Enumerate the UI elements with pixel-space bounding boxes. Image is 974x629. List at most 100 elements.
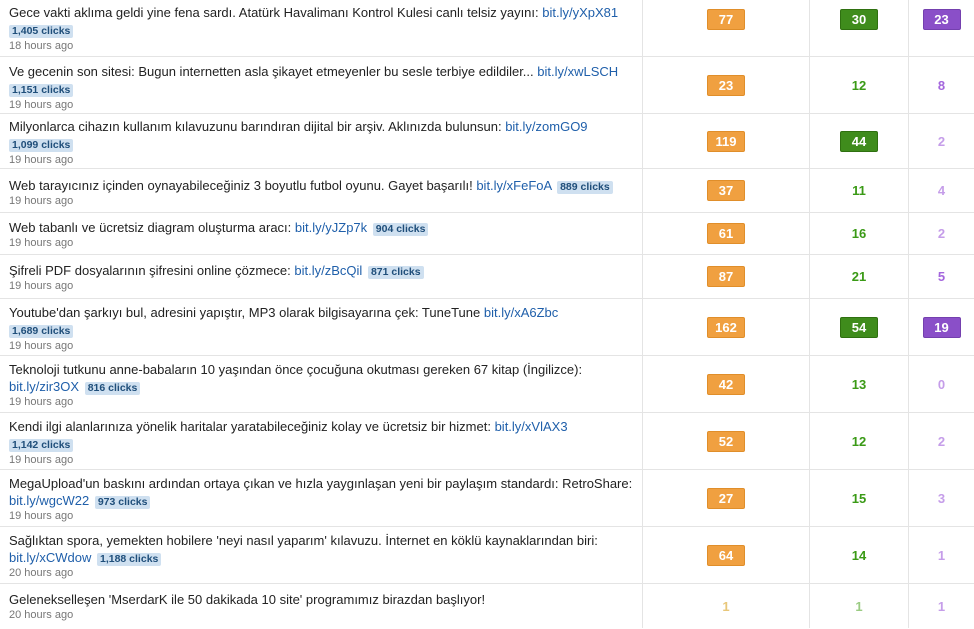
- table-row: Gece vakti aklıma geldi yine fena sardı.…: [0, 0, 974, 57]
- count-cell: 16: [810, 213, 909, 254]
- tweet-text: Youtube'dan şarkıyı bul, adresini yapışt…: [9, 305, 481, 320]
- count-badge: 44: [840, 130, 878, 152]
- timestamp: 19 hours ago: [9, 340, 74, 352]
- clicks-badge: 1,151 clicks: [9, 84, 74, 97]
- tweet-text: Şifreli PDF dosyalarının şifresini onlin…: [9, 263, 291, 278]
- count-badge: 27: [707, 487, 745, 509]
- tweet-cell: Milyonlarca cihazın kullanım kılavuzunu …: [0, 114, 643, 168]
- tweet-text: Sağlıktan spora, yemekten hobilere 'neyi…: [9, 533, 598, 548]
- count-text: 1: [855, 598, 863, 614]
- clicks-badge: 1,689 clicks: [9, 325, 74, 338]
- count-cell: 13: [810, 356, 909, 412]
- count-cell: 162: [643, 299, 810, 355]
- table-row: Teknoloji tutkunu anne-babaların 10 yaşı…: [0, 356, 974, 413]
- count-badge: 64: [707, 544, 745, 566]
- timestamp: 19 hours ago: [9, 280, 74, 292]
- tweet-link[interactable]: bit.ly/yJZp7k: [295, 220, 367, 235]
- clicks-badge: 889 clicks: [557, 181, 613, 194]
- count-text: 13: [851, 376, 867, 392]
- tweet-cell: Sağlıktan spora, yemekten hobilere 'neyi…: [0, 527, 643, 583]
- tweet-link[interactable]: bit.ly/zBcQil: [294, 263, 362, 278]
- table-row: Youtube'dan şarkıyı bul, adresini yapışt…: [0, 299, 974, 356]
- count-text: 1: [722, 598, 730, 614]
- count-text: 8: [937, 77, 946, 93]
- count-cell: 52: [643, 413, 810, 469]
- count-badge: 23: [922, 9, 961, 30]
- count-text: 11: [852, 183, 866, 198]
- tweet-stats-table: Gece vakti aklıma geldi yine fena sardı.…: [0, 0, 974, 628]
- count-cell: 64: [643, 527, 810, 583]
- tweet-link[interactable]: bit.ly/xCWdow: [9, 550, 91, 565]
- count-text: 2: [937, 433, 946, 449]
- count-badge: 87: [707, 266, 745, 287]
- tweet-cell: Web tabanlı ve ücretsiz diagram oluşturm…: [0, 213, 643, 254]
- count-cell: 23: [909, 0, 974, 56]
- tweet-cell: Teknoloji tutkunu anne-babaların 10 yaşı…: [0, 356, 643, 412]
- count-text: 12: [851, 433, 867, 449]
- timestamp: 20 hours ago: [9, 609, 74, 621]
- count-badge: 19: [922, 316, 961, 338]
- clicks-badge: 1,099 clicks: [9, 139, 74, 152]
- count-cell: 11: [810, 169, 909, 212]
- tweet-link[interactable]: bit.ly/wgcW22: [9, 493, 89, 508]
- count-cell: 27: [643, 470, 810, 526]
- tweet-link[interactable]: bit.ly/yXpX81: [542, 5, 618, 20]
- tweet-text: Kendi ilgi alanlarınıza yönelik haritala…: [9, 419, 491, 434]
- tweet-text: Web tabanlı ve ücretsiz diagram oluşturm…: [9, 220, 292, 235]
- count-badge: 52: [707, 430, 745, 452]
- count-cell: 8: [909, 57, 974, 113]
- count-badge: 54: [840, 316, 878, 338]
- table-row: Web tabanlı ve ücretsiz diagram oluşturm…: [0, 213, 974, 255]
- clicks-badge: 973 clicks: [94, 496, 151, 509]
- tweet-link[interactable]: bit.ly/zir3OX: [9, 379, 79, 394]
- tweet-cell: Youtube'dan şarkıyı bul, adresini yapışt…: [0, 299, 643, 355]
- count-cell: 1: [810, 584, 909, 628]
- count-cell: 1: [909, 527, 974, 583]
- count-cell: 12: [810, 57, 909, 113]
- count-cell: 87: [643, 255, 810, 298]
- timestamp: 19 hours ago: [9, 237, 74, 249]
- count-text: 1: [937, 598, 946, 614]
- count-cell: 54: [810, 299, 909, 355]
- count-cell: 61: [643, 213, 810, 254]
- tweet-link[interactable]: bit.ly/xFeFoA: [476, 178, 551, 193]
- count-text: 21: [851, 269, 867, 284]
- timestamp: 19 hours ago: [9, 195, 74, 207]
- tweet-link[interactable]: bit.ly/xwLSCH: [537, 64, 618, 79]
- tweet-text: Milyonlarca cihazın kullanım kılavuzunu …: [9, 119, 502, 134]
- count-cell: 19: [909, 299, 974, 355]
- tweet-cell: Kendi ilgi alanlarınıza yönelik haritala…: [0, 413, 643, 469]
- count-cell: 2: [909, 213, 974, 254]
- count-cell: 3: [909, 470, 974, 526]
- tweet-text: Gelenekselleşen 'MserdarK ile 50 dakikad…: [9, 592, 486, 607]
- tweet-cell: Gece vakti aklıma geldi yine fena sardı.…: [0, 0, 643, 56]
- tweet-text: Web tarayıcınız içinden oynayabileceğini…: [9, 178, 473, 193]
- tweet-cell: Gelenekselleşen 'MserdarK ile 50 dakikad…: [0, 584, 643, 628]
- tweet-cell: MegaUpload'un baskını ardından ortaya çı…: [0, 470, 643, 526]
- count-badge: 119: [707, 130, 745, 152]
- count-cell: 1: [909, 584, 974, 628]
- timestamp: 19 hours ago: [9, 154, 74, 166]
- tweet-text: Ve gecenin son sitesi: Bugun internetten…: [9, 64, 534, 79]
- clicks-badge: 904 clicks: [372, 223, 429, 236]
- count-cell: 0: [909, 356, 974, 412]
- count-badge: 77: [707, 9, 745, 30]
- tweet-link[interactable]: bit.ly/xA6Zbc: [484, 305, 558, 320]
- timestamp: 19 hours ago: [9, 510, 74, 522]
- count-text: 1: [937, 547, 946, 563]
- table-row: Sağlıktan spora, yemekten hobilere 'neyi…: [0, 527, 974, 584]
- count-badge: 23: [707, 74, 745, 96]
- tweet-cell: Ve gecenin son sitesi: Bugun internetten…: [0, 57, 643, 113]
- count-cell: 21: [810, 255, 909, 298]
- tweet-link[interactable]: bit.ly/zomGO9: [505, 119, 587, 134]
- timestamp: 20 hours ago: [9, 567, 74, 579]
- clicks-badge: 1,405 clicks: [9, 25, 74, 38]
- count-badge: 37: [707, 180, 745, 201]
- table-row: Gelenekselleşen 'MserdarK ile 50 dakikad…: [0, 584, 974, 628]
- count-cell: 12: [810, 413, 909, 469]
- tweet-link[interactable]: bit.ly/xVlAX3: [495, 419, 568, 434]
- count-text: 15: [851, 490, 867, 506]
- clicks-badge: 816 clicks: [84, 382, 141, 395]
- count-badge: 61: [707, 223, 745, 244]
- count-badge: 42: [707, 373, 745, 395]
